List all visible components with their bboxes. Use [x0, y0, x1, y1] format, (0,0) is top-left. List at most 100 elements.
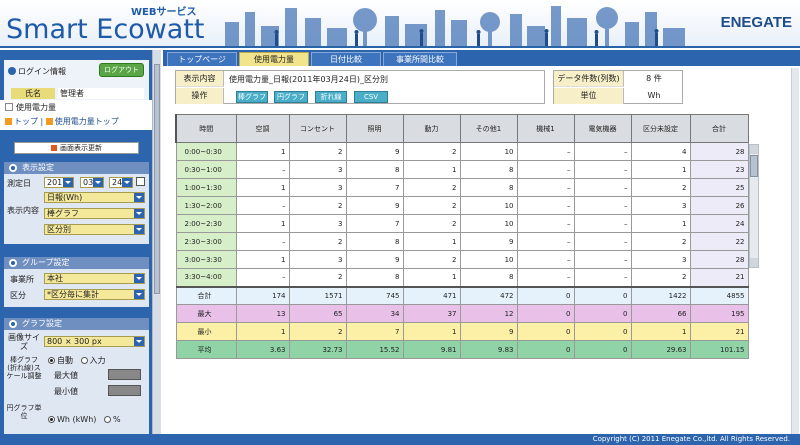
breadcrumb: トップ | 使用電力量トップ: [5, 116, 119, 127]
value-cell: 3: [630, 196, 691, 215]
value-cell: 3: [288, 214, 347, 233]
value-cell: 3: [288, 160, 347, 179]
time-cell: 2:00~2:30: [175, 214, 237, 233]
tab-site-comparison[interactable]: 事業所間比較: [383, 52, 457, 66]
stat-value-cell: 0: [573, 340, 632, 359]
arrow-icon: [5, 118, 12, 125]
max-input[interactable]: [108, 369, 141, 380]
city-skyline-illustration: [225, 6, 685, 46]
value-cell: –: [573, 250, 632, 269]
bullet-icon: [9, 259, 17, 267]
value-cell: 1: [630, 214, 691, 233]
stat-value-cell: 32.73: [288, 340, 347, 359]
value-cell: 2: [402, 142, 461, 161]
stat-value-cell: 0: [573, 285, 632, 305]
column-header: 電気機器: [573, 114, 632, 143]
stat-value-cell: 9.83: [459, 340, 518, 359]
pie-graph-button[interactable]: 円グラフ: [274, 91, 308, 103]
auto-radio[interactable]: [48, 357, 55, 364]
value-cell: –: [573, 196, 632, 215]
column-header: コンセント: [288, 114, 347, 143]
stat-value-cell: 7: [345, 322, 404, 341]
unit-wh-radio[interactable]: [48, 416, 55, 423]
value-cell: 2: [288, 268, 347, 287]
value-cell: –: [516, 178, 575, 197]
value-cell: –: [516, 196, 575, 215]
csv-button[interactable]: CSV: [354, 91, 388, 103]
tab-date-comparison[interactable]: 日付比較: [311, 52, 381, 66]
tab-top-page[interactable]: トップページ: [167, 52, 237, 66]
scroll-down-icon[interactable]: [750, 258, 758, 267]
year-select[interactable]: 2011: [44, 177, 74, 188]
graph-settings-title: グラフ設定: [22, 319, 62, 328]
column-header: 機械1: [516, 114, 575, 143]
table-row: 0:30~1:00–3 8 1 8– –1 23: [175, 160, 749, 179]
table-row: 2:30~3:00–2 8 1 9– –2 22: [175, 232, 749, 251]
value-cell: –: [573, 160, 632, 179]
manual-radio[interactable]: [80, 357, 88, 364]
column-header: その他1: [459, 114, 518, 143]
unit-pct-radio[interactable]: [103, 416, 111, 423]
display-settings-panel: 表示設定 測定日 2011 03 24 表示内容 日報(Wh) 棒グラフ 区分別: [4, 162, 149, 244]
chevron-down-icon: [134, 337, 144, 346]
breadcrumb-usage-top-link[interactable]: 使用電力量トップ: [55, 117, 119, 126]
value-cell: 1: [630, 160, 691, 179]
value-cell: –: [573, 214, 632, 233]
breadcrumb-top-link[interactable]: トップ: [14, 117, 38, 126]
division-select[interactable]: *区分毎に集計: [44, 289, 145, 300]
graph-type-select[interactable]: 棒グラフ: [44, 208, 145, 219]
stat-label: 合計: [175, 285, 237, 305]
period-select[interactable]: 日報(Wh): [44, 192, 145, 203]
refresh-display-label: 画面表示更新: [60, 144, 102, 152]
value-cell: 2: [288, 142, 347, 161]
period-value: 日報(Wh): [47, 193, 83, 202]
table-row: 3:30~4:00–2 8 1 8– –2 21: [175, 268, 749, 287]
tab-power-usage[interactable]: 使用電力量: [239, 52, 309, 66]
footer: Copyright (C) 2011 Enegate Co.,ltd. All …: [0, 434, 800, 445]
nav-area: 使用電力量 トップ | 使用電力量トップ: [0, 100, 152, 130]
stat-value-cell: 34: [345, 304, 404, 323]
stat-value-cell: 1422: [630, 285, 691, 305]
breakdown-select[interactable]: 区分別: [44, 224, 145, 235]
stat-value-cell: 9: [459, 322, 518, 341]
time-cell: 3:00~3:30: [175, 250, 237, 269]
value-cell: 4: [630, 142, 691, 161]
time-cell: 0:30~1:00: [175, 160, 237, 179]
sidebar-scrollbar[interactable]: [152, 50, 161, 434]
min-input[interactable]: [108, 385, 141, 396]
month-select[interactable]: 03: [80, 177, 104, 188]
value-cell: 21: [689, 268, 749, 287]
value-cell: –: [516, 214, 575, 233]
breakdown-value: 区分別: [47, 225, 71, 234]
refresh-display-button[interactable]: 画面表示更新: [14, 142, 139, 154]
value-cell: –: [516, 142, 575, 161]
image-size-select[interactable]: 800 × 300 px: [44, 336, 145, 347]
stat-value-cell: 29.63: [630, 340, 691, 359]
logout-button[interactable]: ログアウト: [99, 63, 144, 77]
group-settings-title: グループ設定: [22, 258, 70, 267]
bar-graph-button[interactable]: 棒グラフ: [236, 91, 268, 103]
scroll-up-icon[interactable]: [750, 145, 758, 154]
line-graph-button[interactable]: 折れ線: [315, 91, 347, 103]
graph-settings-panel: グラフ設定 画像サイズ 800 × 300 px 棒グラフ(折れ線)スケール調整…: [4, 318, 149, 438]
table-body: 0:00~0:30 1 2 9 2 10– –4 28 0:30~1:00–3 8 1 8– –1 23 1…: [175, 142, 749, 359]
main-scrollbar[interactable]: [791, 68, 799, 434]
stats-row-sum: 合計 174 1571 745 471 472 0 0 1422 4855: [175, 285, 749, 305]
table-scrollbar[interactable]: [749, 144, 759, 268]
day-select[interactable]: 24: [109, 177, 133, 188]
value-cell: 1: [402, 160, 461, 179]
value-cell: –: [235, 196, 290, 215]
stat-value-cell: 101.15: [689, 340, 749, 359]
app-logo-title: Smart Ecowatt: [6, 14, 205, 45]
value-cell: –: [235, 160, 290, 179]
table-row: 1:00~1:30 1 3 7 2 8– –2 25: [175, 178, 749, 197]
value-cell: 8: [459, 160, 518, 179]
scrollbar-thumb[interactable]: [154, 64, 160, 294]
calendar-icon[interactable]: [136, 177, 145, 186]
division-value: *区分毎に集計: [47, 290, 99, 299]
site-select[interactable]: 本社: [44, 273, 145, 284]
value-cell: –: [516, 268, 575, 287]
unit-label: 単位: [554, 88, 624, 104]
time-cell: 1:30~2:00: [175, 196, 237, 215]
scrollbar-thumb[interactable]: [750, 155, 758, 177]
